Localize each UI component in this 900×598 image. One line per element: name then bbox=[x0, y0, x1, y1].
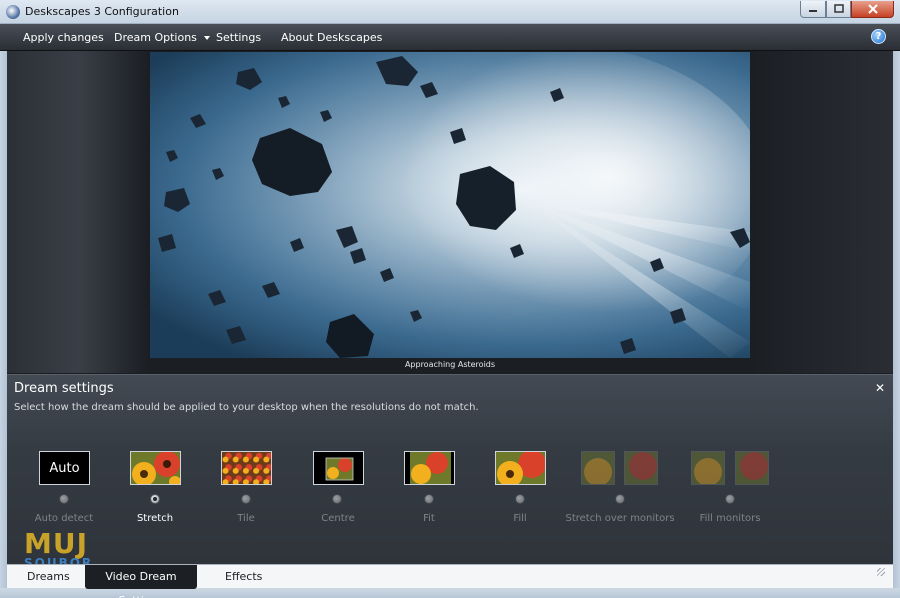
fill-monitors-thumbnail-left bbox=[691, 451, 725, 485]
stretch-over-monitors-radio[interactable] bbox=[615, 494, 625, 504]
stretch-monitors-thumbnail-right bbox=[624, 451, 658, 485]
preview-area: Approaching Asteroids bbox=[7, 51, 893, 373]
centre-label: Centre bbox=[321, 513, 355, 524]
title-bar[interactable]: Deskscapes 3 Configuration bbox=[0, 0, 900, 24]
stretch-radio[interactable] bbox=[150, 494, 160, 504]
auto-thumbnail: Auto bbox=[39, 451, 90, 485]
fill-thumbnail bbox=[495, 451, 546, 485]
dream-options-label: Dream Options bbox=[114, 31, 197, 44]
fit-thumbnail bbox=[404, 451, 455, 485]
dream-settings-panel: Dream settings Select how the dream shou… bbox=[7, 374, 893, 564]
auto-detect-radio[interactable] bbox=[59, 494, 69, 504]
close-icon bbox=[867, 4, 878, 14]
tab-video-dream-settings[interactable]: Video Dream Settings bbox=[85, 565, 197, 598]
dream-settings-title: Dream settings bbox=[14, 381, 114, 396]
dream-options-menu[interactable]: Dream Options bbox=[114, 31, 210, 44]
dream-preview-image[interactable] bbox=[150, 52, 750, 358]
stretch-over-monitors-label: Stretch over monitors bbox=[565, 513, 675, 524]
close-window-button[interactable] bbox=[851, 1, 894, 18]
flower-right-half-image bbox=[625, 452, 657, 484]
tile-thumbnail bbox=[221, 451, 272, 485]
flower-left-image bbox=[692, 452, 724, 484]
fit-flower-image bbox=[405, 452, 454, 484]
flower-right-image bbox=[736, 452, 768, 484]
stretch-label: Stretch bbox=[136, 513, 174, 524]
stretch-monitors-thumbnail-left bbox=[581, 451, 615, 485]
auto-detect-label: Auto detect bbox=[34, 513, 94, 524]
flower-left-half-image bbox=[582, 452, 614, 484]
flower-image bbox=[131, 452, 180, 484]
app-icon bbox=[6, 5, 20, 19]
chevron-down-icon bbox=[203, 36, 210, 40]
tab-effects[interactable]: Effects bbox=[225, 565, 262, 589]
window-controls bbox=[800, 1, 894, 18]
tiled-flower-image bbox=[222, 452, 271, 484]
preview-caption: Approaching Asteroids bbox=[404, 360, 496, 369]
centred-flower-image bbox=[314, 452, 363, 484]
fit-label: Fit bbox=[423, 513, 435, 524]
maximize-button[interactable] bbox=[826, 1, 851, 18]
fill-monitors-label: Fill monitors bbox=[699, 513, 761, 524]
close-panel-button[interactable]: ✕ bbox=[875, 381, 885, 395]
tab-dreams[interactable]: Dreams bbox=[27, 565, 70, 589]
menu-bar: Apply changes Dream Options Settings Abo… bbox=[0, 24, 900, 51]
minimize-icon bbox=[809, 10, 817, 12]
tile-label: Tile bbox=[237, 513, 255, 524]
watermark-big-text: MUJ bbox=[24, 527, 89, 560]
fill-flower-image bbox=[496, 452, 545, 484]
centre-thumbnail bbox=[313, 451, 364, 485]
apply-changes-button[interactable]: Apply changes bbox=[23, 31, 104, 44]
window-frame-right bbox=[893, 24, 900, 588]
dream-settings-description: Select how the dream should be applied t… bbox=[14, 402, 479, 413]
fill-monitors-thumbnail-right bbox=[735, 451, 769, 485]
asteroids-illustration bbox=[158, 52, 750, 358]
maximize-icon bbox=[833, 4, 844, 13]
resize-grip[interactable] bbox=[877, 568, 885, 576]
stretch-thumbnail bbox=[130, 451, 181, 485]
window-title: Deskscapes 3 Configuration bbox=[25, 5, 179, 18]
about-menu[interactable]: About Deskscapes bbox=[281, 31, 382, 44]
centre-radio[interactable] bbox=[332, 494, 342, 504]
fit-radio[interactable] bbox=[424, 494, 434, 504]
fill-label: Fill bbox=[513, 513, 527, 524]
settings-menu[interactable]: Settings bbox=[216, 31, 261, 44]
fill-monitors-radio[interactable] bbox=[725, 494, 735, 504]
tile-radio[interactable] bbox=[241, 494, 251, 504]
bottom-tab-bar: Dreams Video Dream Settings Effects bbox=[7, 564, 893, 598]
window-frame-left bbox=[0, 24, 7, 588]
help-icon[interactable]: ? bbox=[871, 29, 886, 44]
minimize-button[interactable] bbox=[800, 1, 826, 18]
fill-radio[interactable] bbox=[515, 494, 525, 504]
